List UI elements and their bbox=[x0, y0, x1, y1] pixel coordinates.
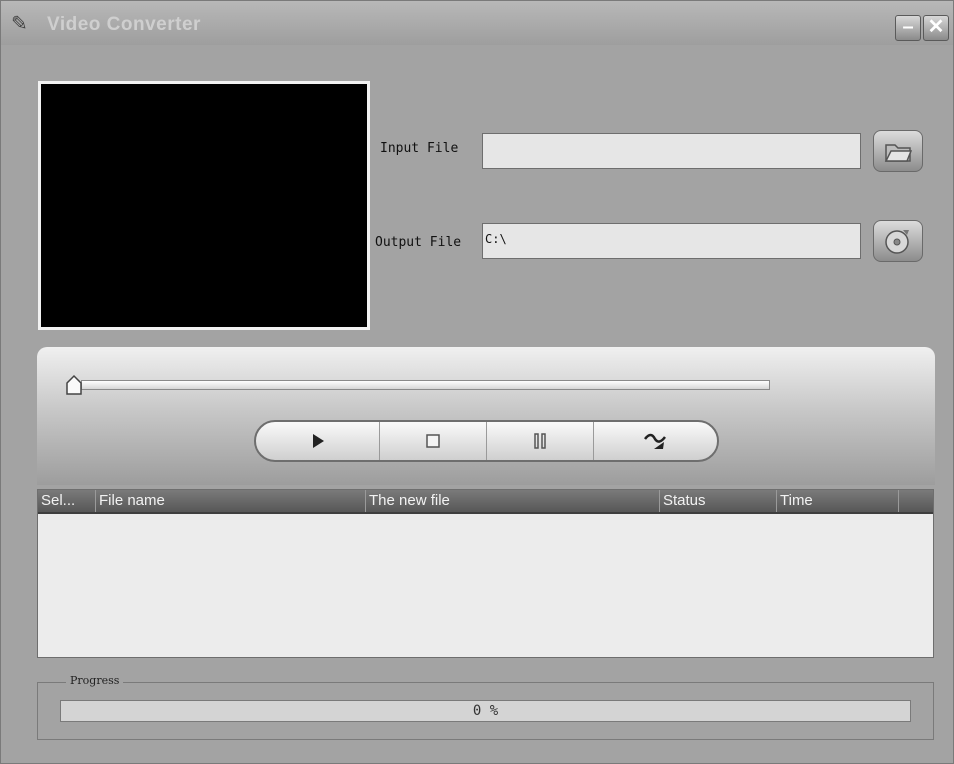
seek-slider-track[interactable] bbox=[81, 380, 770, 390]
browse-input-button[interactable] bbox=[873, 130, 923, 172]
stop-button[interactable] bbox=[380, 422, 487, 460]
pause-icon bbox=[534, 433, 546, 449]
video-preview bbox=[38, 81, 370, 330]
column-header-new-file[interactable]: The new file bbox=[366, 490, 660, 512]
output-file-label: Output File bbox=[375, 235, 462, 250]
pause-button[interactable] bbox=[487, 422, 594, 460]
output-file-field[interactable]: C:\ bbox=[482, 223, 861, 259]
column-header-file-name[interactable]: File name bbox=[96, 490, 366, 512]
playback-controls bbox=[254, 420, 719, 462]
file-list[interactable]: Sel... File name The new file Status Tim… bbox=[37, 489, 934, 658]
browse-output-button[interactable] bbox=[873, 220, 923, 262]
close-button[interactable]: ✕ bbox=[923, 15, 949, 41]
video-converter-window: ✎ Video Converter – ✕ Input File Output … bbox=[0, 0, 954, 764]
progress-bar: 0 % bbox=[60, 700, 911, 722]
close-icon: ✕ bbox=[927, 16, 945, 38]
progress-text: 0 % bbox=[472, 703, 499, 719]
file-list-header: Sel... File name The new file Status Tim… bbox=[38, 490, 933, 514]
input-file-field[interactable] bbox=[482, 133, 861, 169]
convert-button[interactable] bbox=[594, 422, 717, 460]
title-bar[interactable]: ✎ Video Converter – ✕ bbox=[1, 1, 953, 45]
seek-slider-thumb[interactable] bbox=[65, 374, 83, 396]
window-title: Video Converter bbox=[47, 14, 201, 35]
convert-icon bbox=[643, 433, 666, 449]
player-panel bbox=[37, 347, 935, 485]
folder-open-icon bbox=[884, 144, 913, 162]
progress-label: Progress bbox=[66, 674, 124, 687]
disc-icon bbox=[885, 230, 909, 254]
app-icon: ✎ bbox=[11, 13, 28, 35]
column-header-time[interactable]: Time bbox=[777, 490, 899, 512]
minimize-button[interactable]: – bbox=[895, 15, 921, 41]
minimize-icon: – bbox=[902, 16, 914, 38]
play-icon bbox=[312, 434, 324, 448]
column-header-status[interactable]: Status bbox=[660, 490, 777, 512]
input-file-label: Input File bbox=[380, 141, 459, 156]
play-button[interactable] bbox=[256, 422, 380, 460]
stop-icon bbox=[426, 434, 440, 448]
column-header-select[interactable]: Sel... bbox=[38, 490, 96, 512]
progress-group: Progress 0 % bbox=[37, 674, 934, 740]
